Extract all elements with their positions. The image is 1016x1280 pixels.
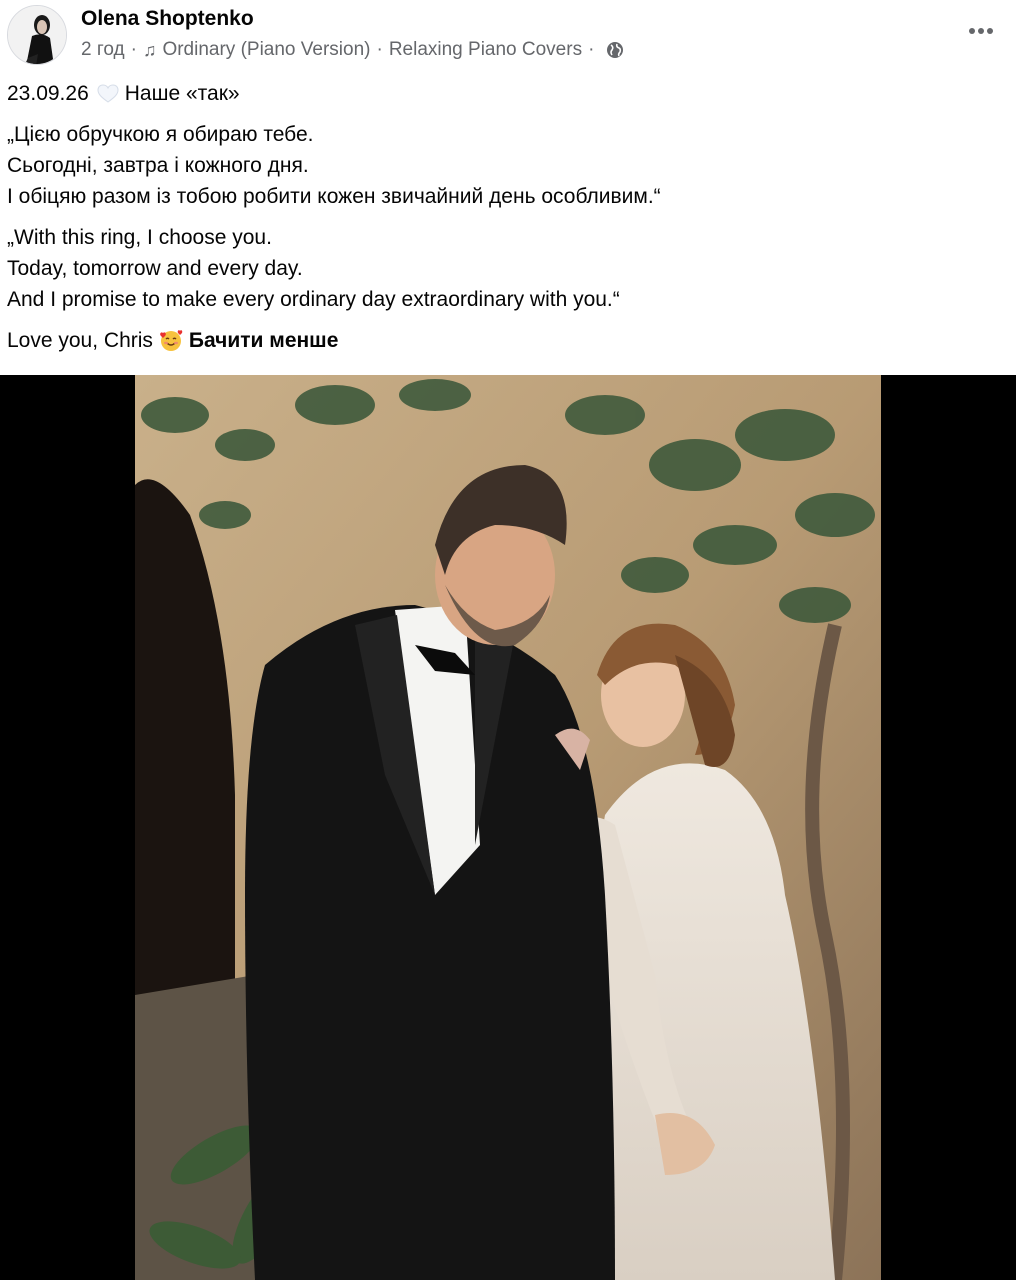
post-media[interactable]	[0, 375, 1016, 1280]
vow-line: „With this ring, I choose you.	[7, 226, 272, 249]
post-text: 23.09.26 Наше «так» „Цією обручкою я обир…	[7, 78, 997, 366]
music-note-icon: ♫	[142, 39, 157, 60]
post-heading: Наше «так»	[124, 82, 240, 105]
vow-line: „Цією обручкою я обираю тебе.	[7, 123, 314, 146]
more-dots-icon	[969, 28, 993, 34]
globe-icon[interactable]	[606, 41, 624, 59]
white-heart-icon	[97, 84, 119, 103]
post-date: 23.09.26	[7, 82, 89, 105]
author-name[interactable]: Olena Shoptenko	[81, 7, 254, 31]
english-vow: „With this ring, I choose you. Today, to…	[7, 222, 997, 315]
vow-line: Today, tomorrow and every day.	[7, 257, 303, 280]
signoff-text: Love you, Chris	[7, 329, 153, 352]
more-options-button[interactable]	[966, 18, 996, 44]
meta-separator: ·	[376, 39, 383, 60]
vow-line: Сьогодні, завтра і кожного дня.	[7, 154, 309, 177]
vow-line: And I promise to make every ordinary day…	[7, 288, 620, 311]
vow-line: І обіцяю разом із тобою робити кожен зви…	[7, 185, 661, 208]
avatar[interactable]	[7, 5, 67, 65]
meta-separator: ·	[588, 39, 595, 60]
see-less-button[interactable]: Бачити менше	[189, 329, 338, 352]
avatar-image	[8, 6, 66, 64]
meta-separator: ·	[130, 39, 137, 60]
signoff-line: Love you, Chris Бачити менше	[7, 325, 997, 356]
song-artist[interactable]: Relaxing Piano Covers	[389, 39, 582, 61]
wedding-photo-image	[135, 375, 881, 1280]
post-meta: 2 год · ♫ Ordinary (Piano Version) · Rel…	[81, 39, 624, 61]
post-time[interactable]: 2 год	[81, 39, 125, 61]
ukrainian-vow: „Цією обручкою я обираю тебе. Сьогодні, …	[7, 119, 997, 212]
smiling-face-with-hearts-icon	[160, 330, 183, 351]
post-title-line: 23.09.26 Наше «так»	[7, 78, 997, 109]
wedding-photo[interactable]	[135, 375, 881, 1280]
song-title[interactable]: Ordinary (Piano Version)	[162, 39, 370, 61]
post-header: Olena Shoptenko 2 год · ♫ Ordinary (Pian…	[0, 0, 1016, 72]
